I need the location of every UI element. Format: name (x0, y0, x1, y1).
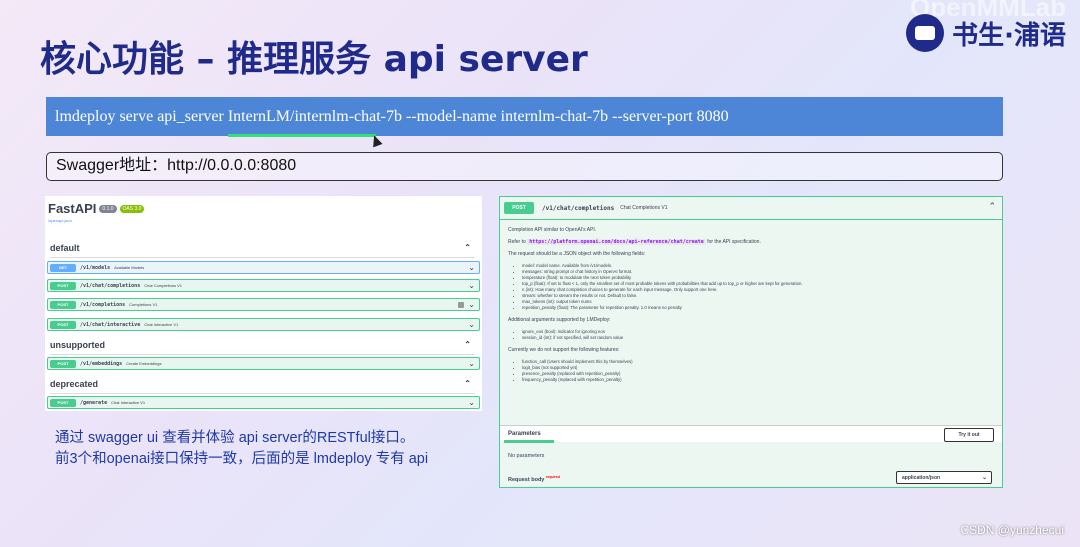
chevron-up-icon: ⌃ (464, 243, 471, 252)
section-unsupported[interactable]: unsupported ⌃ (50, 340, 475, 355)
highlight-underline (228, 134, 376, 137)
endpoint-path: /v1/chat/completions (542, 204, 615, 212)
version-badge: 0.1.0 (99, 204, 117, 213)
method-badge: POST (50, 281, 76, 290)
op-summary: Chat Completions V1 (144, 283, 183, 288)
method-badge: POST (50, 300, 76, 309)
fastapi-header: FastAPI 0.1.0 OAS 3.0 (48, 201, 145, 216)
list-item: repetition_penalty (float): The paramete… (522, 305, 996, 311)
endpoint-summary: Chat Completions V1 (620, 205, 668, 211)
logo-text: 书生·浦语 (952, 20, 1066, 51)
active-tab-indicator (504, 440, 554, 443)
op-path: /v1/chat/completions (80, 282, 141, 289)
chevron-down-icon: ⌄ (468, 359, 475, 368)
op-summary: Chat Interactive V1 (144, 322, 179, 327)
content-type-select[interactable]: application/json ⌄ (896, 471, 992, 484)
op-path: /v1/models (80, 264, 111, 271)
chevron-up-icon: ⌃ (464, 340, 471, 349)
credit-watermark: CSDN @yunzhecui (960, 523, 1064, 537)
unsupported-intro: Currently we do not support the followin… (508, 347, 620, 353)
list-item: session_id (int): if not specified, will… (522, 335, 996, 341)
op-summary: Create Embeddings (126, 361, 162, 366)
section-title: deprecated (50, 379, 99, 389)
request-body-label: Request body required (508, 475, 560, 483)
required-marker: required (545, 475, 560, 479)
chevron-down-icon: ⌄ (981, 475, 987, 481)
method-badge: GET (50, 263, 76, 272)
unsupported-list: function_call (Users should implement th… (508, 359, 996, 383)
desc-line: Completion API similar to OpenAI's API. (508, 227, 597, 233)
method-badge: POST (50, 359, 76, 368)
fastapi-swagger-panel: FastAPI 0.1.0 OAS 3.0 /openapi.json defa… (45, 196, 482, 411)
method-badge: POST (50, 320, 76, 329)
chevron-up-icon: ⌃ (464, 379, 471, 388)
caption-line-2: 前3个和openai接口保持一致，后面的是 lmdeploy 专有 api (55, 451, 429, 467)
no-parameters-text: No parameters (508, 453, 545, 459)
try-it-out-button[interactable]: Try it out (944, 428, 994, 442)
op-post-embeddings[interactable]: POST /v1/embeddings Create Embeddings ⌄ (47, 357, 480, 370)
list-item: frequency_penalty (replaced with repetit… (522, 377, 996, 383)
endpoint-header[interactable]: POST /v1/chat/completions Chat Completio… (500, 197, 1002, 220)
fields-list: model: model name. Available from /v1/mo… (508, 263, 996, 311)
additional-intro: Additional arguments supported by LMDepl… (508, 317, 611, 323)
refer-line: Refer to https://platform.openai.com/doc… (508, 239, 996, 246)
chevron-down-icon: ⌄ (468, 398, 475, 407)
op-path: /v1/chat/interactive (80, 321, 141, 328)
chevron-down-icon: ⌄ (468, 263, 475, 272)
additional-list: ignore_eos (bool): indicator for ignorin… (508, 329, 996, 341)
scholar-logo-icon (906, 14, 945, 52)
op-path: /v1/embeddings (80, 360, 123, 367)
fastapi-title: FastAPI (48, 201, 97, 216)
swagger-address: Swagger地址：http://0.0.0.0:8080 (46, 152, 1003, 181)
parameters-tab[interactable]: Parameters (508, 431, 541, 437)
endpoint-detail-panel: POST /v1/chat/completions Chat Completio… (499, 196, 1003, 488)
op-summary: Chat Interactive V1 (111, 400, 146, 405)
method-badge: POST (50, 398, 76, 407)
slide-caption: 通过 swagger ui 查看并体验 api server的RESTful接口… (55, 428, 428, 470)
endpoint-description: Completion API similar to OpenAI's API. … (508, 227, 996, 389)
lock-icon[interactable] (458, 301, 464, 308)
op-post-chat-interactive[interactable]: POST /v1/chat/interactive Chat Interacti… (47, 318, 480, 331)
refer-url: https://platform.openai.com/docs/api-ref… (527, 239, 706, 245)
chevron-down-icon: ⌄ (468, 320, 475, 329)
openapi-json-link[interactable]: /openapi.json (48, 218, 72, 223)
slide-title: 核心功能 – 推理服务 api server (40, 39, 588, 80)
section-title: default (50, 243, 80, 253)
oas-badge: OAS 3.0 (119, 204, 145, 213)
op-path: /v1/completions (80, 301, 126, 308)
section-deprecated[interactable]: deprecated ⌃ (50, 379, 475, 394)
op-summary: Available Models (114, 265, 145, 270)
chevron-down-icon: ⌄ (468, 281, 475, 290)
parameters-bar: Parameters Try it out (500, 425, 1002, 443)
chevron-up-icon[interactable]: ⌃ (988, 201, 996, 212)
op-get-models[interactable]: GET /v1/models Available Models ⌄ (47, 261, 480, 274)
op-post-generate[interactable]: POST /generate Chat Interactive V1 ⌄ (47, 396, 480, 409)
op-summary: Completions V1 (129, 302, 158, 307)
command-line: lmdeploy serve api_server InternLM/inter… (46, 97, 1003, 136)
refer-suffix: for the API specification. (707, 239, 761, 245)
brand-logo: 书生·浦语 (906, 14, 1066, 52)
chevron-down-icon: ⌄ (468, 300, 475, 309)
section-title: unsupported (50, 340, 105, 350)
op-post-chat-completions[interactable]: POST /v1/chat/completions Chat Completio… (47, 279, 480, 292)
caption-line-1: 通过 swagger ui 查看并体验 api server的RESTful接口… (55, 430, 415, 446)
section-default[interactable]: default ⌃ (50, 243, 475, 258)
content-type-value: application/json (902, 475, 941, 481)
op-path: /generate (80, 399, 108, 406)
request-body-text: Request body (508, 476, 545, 483)
op-post-completions[interactable]: POST /v1/completions Completions V1 ⌄ (47, 298, 480, 311)
refer-prefix: Refer to (508, 239, 526, 245)
fields-intro: The request should be a JSON object with… (508, 251, 646, 257)
method-badge: POST (504, 202, 534, 214)
